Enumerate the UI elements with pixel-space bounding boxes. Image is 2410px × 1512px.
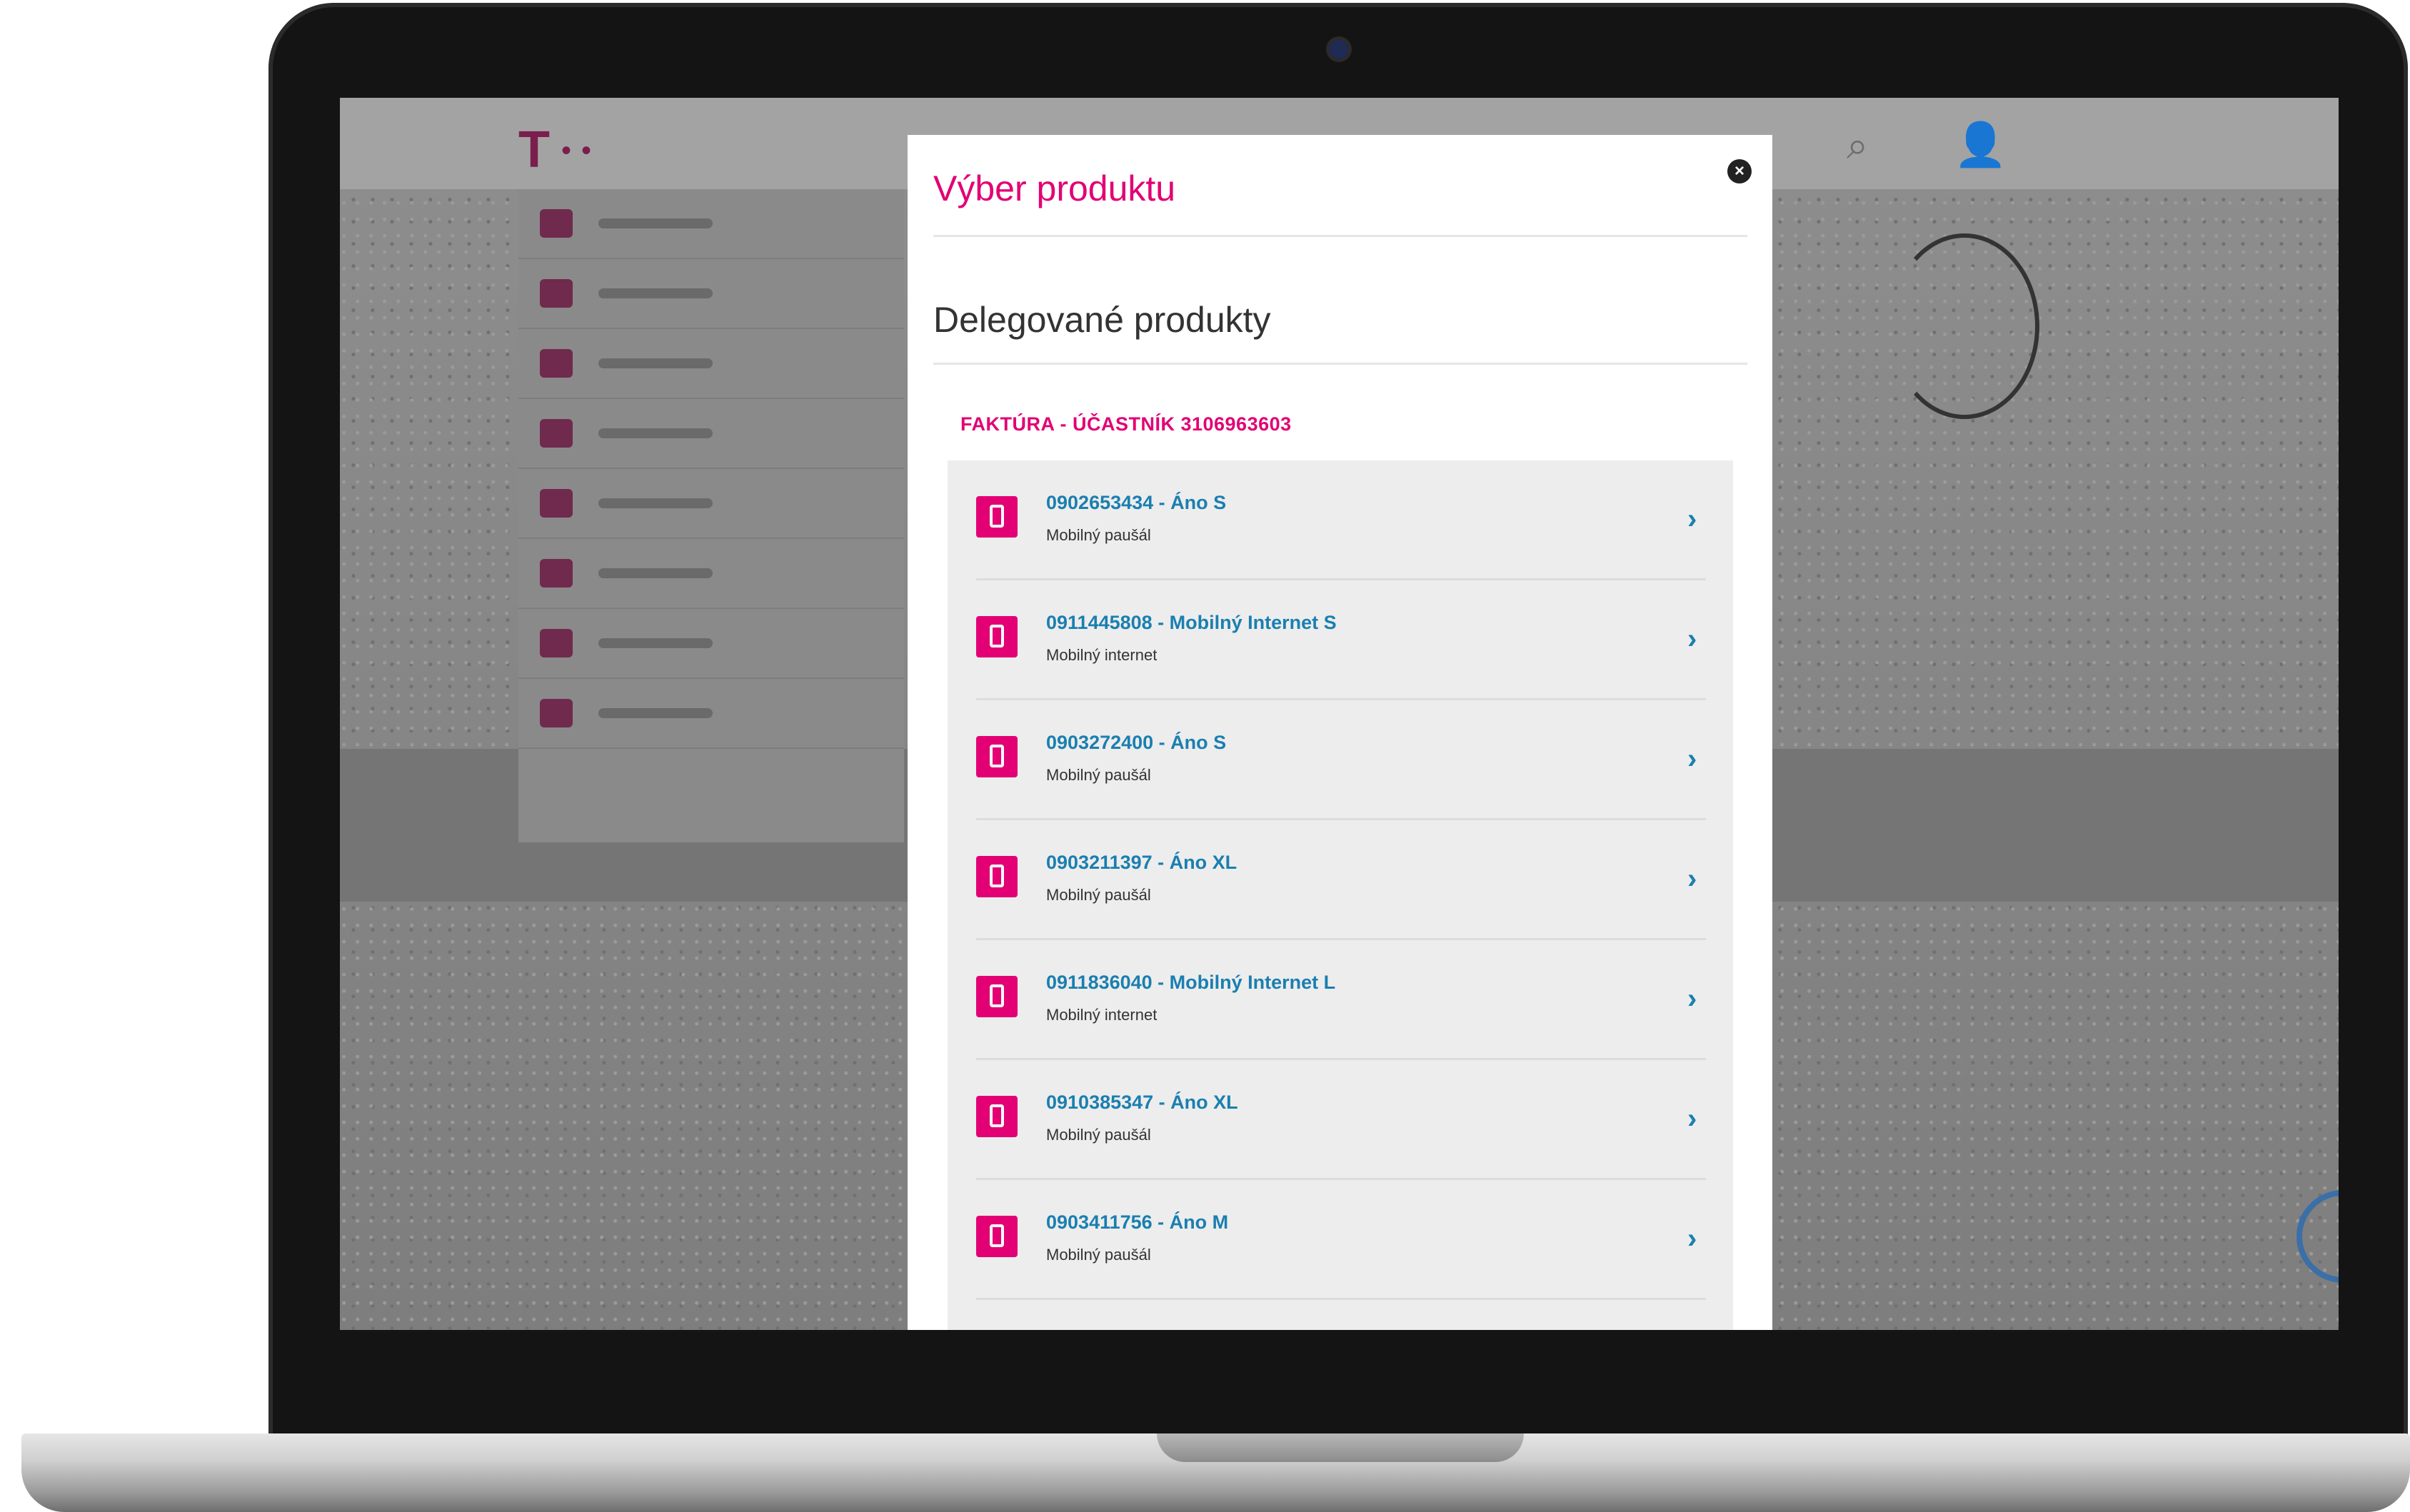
product-item[interactable]: 0911836040 - Mobilný Internet L Mobilný …	[976, 940, 1706, 1060]
product-name: 0902653434 - Áno S	[1046, 492, 1227, 513]
product-name: 0911836040 - Mobilný Internet L	[1046, 972, 1336, 993]
product-item[interactable]: 0903211397 - Áno XL Mobilný paušál ›	[976, 820, 1706, 940]
laptop-notch	[1157, 1433, 1524, 1462]
background-decoration	[1889, 233, 2039, 419]
menu-icon	[540, 629, 573, 657]
menu-text-placeholder	[598, 288, 713, 298]
product-type: Mobilný paušál	[1046, 1246, 1151, 1264]
menu-text-placeholder	[598, 218, 713, 228]
menu-icon	[540, 349, 573, 378]
divider	[933, 363, 1747, 365]
modal-title: Výber produktu	[933, 168, 1176, 208]
menu-icon	[540, 209, 573, 238]
phone-icon	[976, 1216, 1018, 1257]
screen: T •• ⌕ 👤 Výber produktu × Delegované pro…	[340, 98, 2339, 1330]
menu-icon	[540, 559, 573, 588]
product-type: Mobilný internet	[1046, 1006, 1158, 1024]
product-type: Mobilný internet	[1046, 646, 1158, 664]
menu-text-placeholder	[598, 708, 713, 718]
product-item[interactable]: 0903272400 - Áno S Mobilný paušál ›	[976, 700, 1706, 820]
telekom-logo-icon: T	[518, 121, 550, 178]
menu-icon	[540, 279, 573, 308]
invoice-group-label: FAKTÚRA - ÚČASTNÍK 3106963603	[960, 413, 1292, 435]
product-name: 0903411756 - Áno M	[1046, 1211, 1229, 1233]
phone-icon	[976, 496, 1018, 538]
camera-icon	[1330, 40, 1348, 59]
menu-icon	[540, 419, 573, 448]
menu-item	[518, 609, 904, 679]
phone-icon	[976, 1096, 1018, 1137]
menu-item	[518, 259, 904, 329]
menu-item	[518, 189, 904, 259]
phone-icon	[976, 616, 1018, 657]
user-icon: 👤	[1954, 121, 2007, 168]
logo-dots: ••	[561, 135, 602, 166]
product-item[interactable]: 0902653434 - Áno S Mobilný paušál ›	[976, 460, 1706, 580]
product-name: 0903211397 - Áno XL	[1046, 852, 1237, 873]
product-name: 0903272400 - Áno S	[1046, 732, 1227, 753]
phone-icon	[976, 736, 1018, 777]
product-name: 0911445808 - Mobilný Internet S	[1046, 612, 1337, 633]
menu-item	[518, 469, 904, 539]
product-list: 0902653434 - Áno S Mobilný paušál › 0911…	[948, 460, 1733, 1330]
menu-text-placeholder	[598, 638, 713, 648]
chevron-right-icon: ›	[1687, 863, 1697, 894]
section-heading: Delegované produkty	[933, 300, 1271, 340]
product-type: Mobilný paušál	[1046, 886, 1151, 904]
divider	[933, 235, 1747, 237]
menu-text-placeholder	[598, 568, 713, 578]
menu-text-placeholder	[598, 428, 713, 438]
search-icon: ⌕	[1847, 124, 1869, 167]
menu-icon	[540, 489, 573, 518]
menu-item	[518, 679, 904, 749]
menu-item	[518, 539, 904, 609]
product-type: Mobilný paušál	[1046, 1126, 1151, 1144]
product-item[interactable]: 0910385347 - Áno XL Mobilný paušál ›	[976, 1060, 1706, 1180]
product-type: Mobilný paušál	[1046, 766, 1151, 784]
chevron-right-icon: ›	[1687, 1103, 1697, 1134]
phone-icon	[976, 856, 1018, 897]
chevron-right-icon: ›	[1687, 743, 1697, 775]
product-type: Mobilný paušál	[1046, 526, 1151, 544]
product-item[interactable]: 0903411756 - Áno M Mobilný paušál ›	[976, 1180, 1706, 1300]
menu-text-placeholder	[598, 358, 713, 368]
menu-text-placeholder	[598, 498, 713, 508]
menu-icon	[540, 699, 573, 727]
close-icon[interactable]: ×	[1727, 159, 1752, 183]
dimmed-sidebar-menu	[518, 189, 904, 842]
menu-item	[518, 329, 904, 399]
chevron-right-icon: ›	[1687, 983, 1697, 1014]
phone-icon	[976, 976, 1018, 1017]
chevron-right-icon: ›	[1687, 1223, 1697, 1254]
product-item[interactable]: 0911445808 - Mobilný Internet S Mobilný …	[976, 580, 1706, 700]
product-selection-modal: Výber produktu × Delegované produkty FAK…	[908, 135, 1772, 1330]
product-name: 0910385347 - Áno XL	[1046, 1092, 1238, 1113]
chevron-right-icon: ›	[1687, 503, 1697, 535]
chevron-right-icon: ›	[1687, 623, 1697, 655]
menu-item	[518, 399, 904, 469]
